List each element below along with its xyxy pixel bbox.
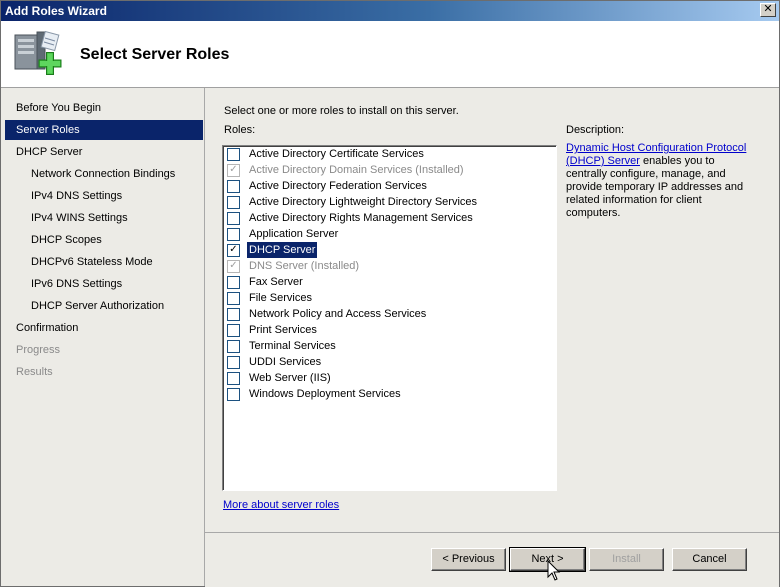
roles-listbox[interactable]: Active Directory Certificate Services ✓ …: [222, 145, 557, 491]
wizard-header: Select Server Roles: [1, 21, 779, 88]
role-item[interactable]: Windows Deployment Services: [227, 386, 403, 402]
role-item[interactable]: Active Directory Certificate Services: [227, 146, 426, 162]
role-item: ✓ DNS Server (Installed): [227, 258, 361, 274]
role-item[interactable]: Network Policy and Access Services: [227, 306, 428, 322]
role-item[interactable]: Active Directory Federation Services: [227, 178, 429, 194]
nav-ipv6-dns-settings[interactable]: IPv6 DNS Settings: [5, 274, 203, 294]
page-title: Select Server Roles: [80, 46, 230, 63]
nav-results: Results: [16, 366, 53, 378]
wizard-nav: Before You Begin Server Roles DHCP Serve…: [1, 88, 205, 586]
role-label: Fax Server: [249, 276, 303, 288]
role-item[interactable]: Application Server: [227, 226, 340, 242]
role-label: Active Directory Lightweight Directory S…: [249, 196, 478, 208]
role-checkbox[interactable]: [227, 371, 240, 385]
instruction-text: Select one or more roles to install on t…: [224, 105, 459, 117]
role-label: DHCP Server: [247, 242, 318, 258]
nav-before-you-begin[interactable]: Before You Begin: [5, 98, 203, 118]
nav-dhcpv6-stateless-mode[interactable]: DHCPv6 Stateless Mode: [5, 252, 203, 272]
role-label: Active Directory Domain Services (Instal…: [249, 164, 464, 176]
nav-confirmation[interactable]: Confirmation: [5, 318, 203, 338]
role-item[interactable]: Active Directory Rights Management Servi…: [227, 210, 475, 226]
wizard-footer: < Previous Next > Install Cancel: [205, 532, 779, 587]
role-item[interactable]: Active Directory Lightweight Directory S…: [227, 194, 479, 210]
previous-button[interactable]: < Previous: [431, 548, 506, 571]
role-checkbox[interactable]: [227, 211, 240, 225]
role-checkbox[interactable]: [227, 275, 240, 289]
role-checkbox[interactable]: [227, 179, 240, 193]
window-title: Add Roles Wizard: [5, 4, 107, 18]
nav-server-roles[interactable]: Server Roles: [5, 120, 203, 140]
role-checkbox[interactable]: [227, 291, 240, 305]
nav-progress: Progress: [16, 344, 61, 356]
role-item[interactable]: Web Server (IIS): [227, 370, 333, 386]
role-checkbox[interactable]: [227, 339, 240, 353]
role-label: UDDI Services: [249, 356, 322, 368]
role-label: Network Policy and Access Services: [249, 308, 427, 320]
close-icon: ✕: [763, 3, 773, 15]
role-checkbox[interactable]: [227, 307, 240, 321]
role-label: Terminal Services: [249, 340, 336, 352]
nav-dhcp-scopes[interactable]: DHCP Scopes: [5, 230, 203, 250]
title-bar[interactable]: Add Roles Wizard ✕: [1, 1, 779, 21]
role-label: DNS Server (Installed): [249, 260, 360, 272]
add-roles-wizard-window: Add Roles Wizard ✕ Select Server Roles B…: [0, 0, 780, 587]
role-item[interactable]: UDDI Services: [227, 354, 323, 370]
role-checkbox[interactable]: [227, 323, 240, 337]
role-item[interactable]: File Services: [227, 290, 314, 306]
roles-label: Roles:: [224, 124, 256, 136]
role-checkbox[interactable]: [227, 227, 240, 241]
nav-ipv4-dns-settings[interactable]: IPv4 DNS Settings: [5, 186, 203, 206]
role-checkbox[interactable]: [227, 355, 240, 369]
role-label: Web Server (IIS): [249, 372, 331, 384]
role-checkbox[interactable]: [227, 195, 240, 209]
role-label: Active Directory Rights Management Servi…: [249, 212, 473, 224]
role-item-selected[interactable]: ✓ DHCP Server: [227, 242, 318, 258]
cancel-button[interactable]: Cancel: [672, 548, 747, 571]
role-label: Print Services: [249, 324, 317, 336]
install-button: Install: [589, 548, 664, 571]
nav-dhcp-server-authorization[interactable]: DHCP Server Authorization: [5, 296, 203, 316]
more-about-server-roles-link[interactable]: More about server roles: [223, 499, 339, 511]
role-item[interactable]: Fax Server: [227, 274, 305, 290]
wizard-content: Select one or more roles to install on t…: [205, 88, 779, 532]
role-label: Active Directory Certificate Services: [249, 148, 424, 160]
role-checkbox: ✓: [227, 163, 240, 177]
role-label: Active Directory Federation Services: [249, 180, 427, 192]
server-roles-icon: [14, 30, 62, 75]
role-checkbox[interactable]: ✓: [227, 243, 240, 257]
role-checkbox[interactable]: [227, 387, 240, 401]
role-label: Application Server: [249, 228, 339, 240]
role-label: File Services: [249, 292, 312, 304]
description-label: Description:: [566, 124, 625, 136]
nav-dhcp-server[interactable]: DHCP Server: [5, 142, 203, 162]
role-checkbox: ✓: [227, 259, 240, 273]
nav-ipv4-wins-settings[interactable]: IPv4 WINS Settings: [5, 208, 203, 228]
role-item[interactable]: Terminal Services: [227, 338, 338, 354]
role-label: Windows Deployment Services: [249, 388, 401, 400]
nav-network-connection-bindings[interactable]: Network Connection Bindings: [5, 164, 203, 184]
close-button[interactable]: ✕: [760, 3, 776, 17]
role-item: ✓ Active Directory Domain Services (Inst…: [227, 162, 466, 178]
mouse-cursor-icon: [547, 560, 561, 581]
description-text: Dynamic Host Configuration Protocol (DHC…: [566, 142, 756, 220]
role-item[interactable]: Print Services: [227, 322, 319, 338]
role-checkbox[interactable]: [227, 147, 240, 161]
